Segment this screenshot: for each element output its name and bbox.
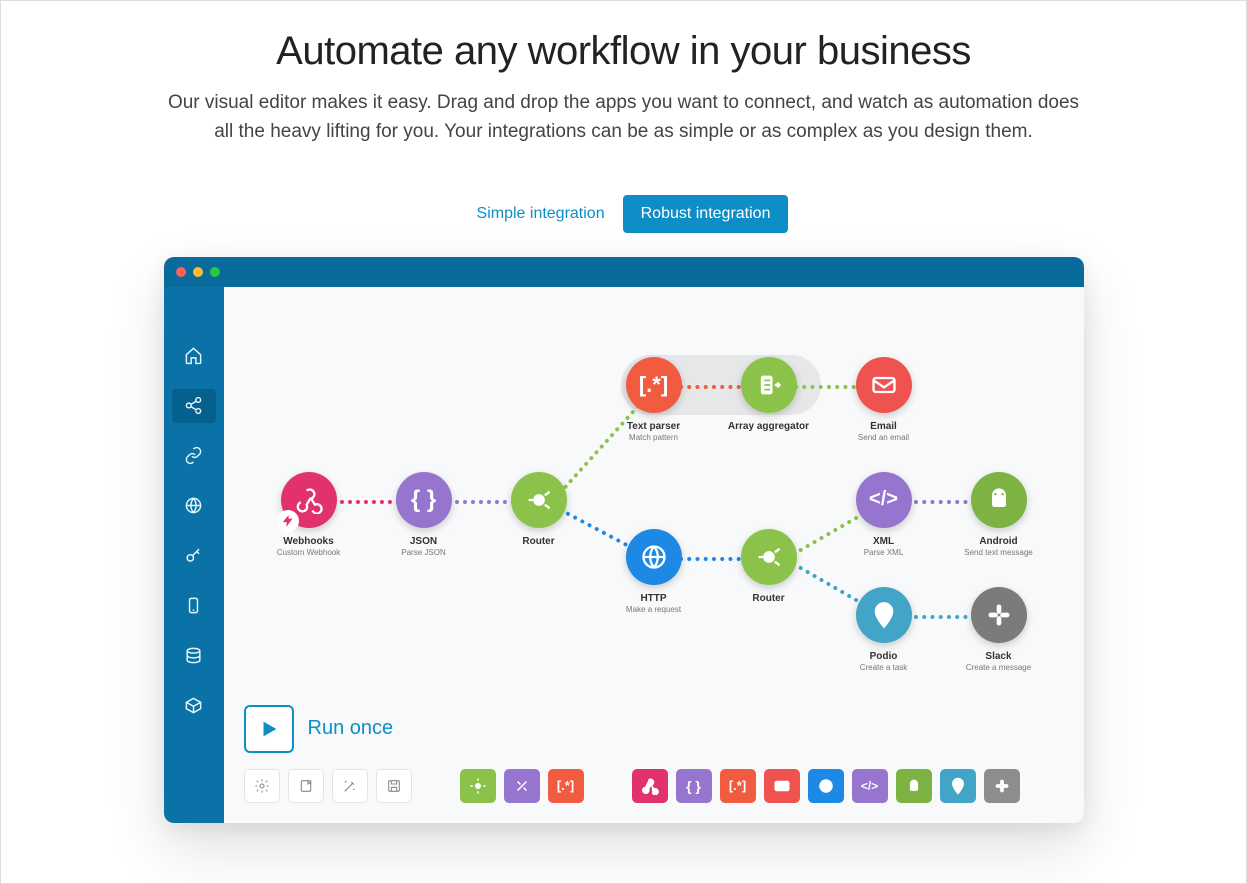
node-xml[interactable]: </> XML Parse XML: [824, 472, 944, 557]
tab-simple-integration[interactable]: Simple integration: [459, 195, 623, 233]
app-webhook-icon[interactable]: [632, 769, 668, 803]
node-label: HTTP: [594, 593, 714, 604]
sidebar-home-icon[interactable]: [172, 339, 216, 373]
node-sublabel: Send an email: [824, 433, 944, 442]
window-titlebar: [164, 257, 1084, 287]
node-http[interactable]: HTTP Make a request: [594, 529, 714, 614]
app-slack-icon[interactable]: [984, 769, 1020, 803]
node-label: Email: [824, 421, 944, 432]
node-sublabel: Send text message: [939, 548, 1059, 557]
sidebar-share-icon[interactable]: [172, 389, 216, 423]
page-title: Automate any workflow in your business: [276, 29, 971, 74]
editor-canvas[interactable]: Webhooks Custom Webhook { } JSON Parse J…: [224, 287, 1084, 823]
node-label: Router: [479, 536, 599, 547]
window-minimize-icon[interactable]: [193, 267, 203, 277]
tool-module-gear-icon[interactable]: [460, 769, 496, 803]
node-sublabel: Match pattern: [594, 433, 714, 442]
node-label: XML: [824, 536, 944, 547]
node-sublabel: Parse XML: [824, 548, 944, 557]
node-android[interactable]: Android Send text message: [939, 472, 1059, 557]
node-array-aggregator[interactable]: Array aggregator: [709, 357, 829, 432]
node-sublabel: Parse JSON: [364, 548, 484, 557]
editor-bottombar: Run once [.*] { } [.*]: [244, 705, 1064, 803]
node-sublabel: Make a request: [594, 605, 714, 614]
node-router[interactable]: Router: [709, 529, 829, 604]
editor-sidebar: [164, 287, 224, 823]
node-label: JSON: [364, 536, 484, 547]
node-sublabel: Create a task: [824, 663, 944, 672]
node-label: Podio: [824, 651, 944, 662]
editor-window: Webhooks Custom Webhook { } JSON Parse J…: [164, 257, 1084, 823]
run-once-label: Run once: [308, 717, 394, 740]
node-json[interactable]: { } JSON Parse JSON: [364, 472, 484, 557]
app-brackets-icon[interactable]: [.*]: [720, 769, 756, 803]
tool-module-brackets-icon[interactable]: [.*]: [548, 769, 584, 803]
tool-wand-icon[interactable]: [332, 769, 368, 803]
tab-robust-integration[interactable]: Robust integration: [623, 195, 789, 233]
window-maximize-icon[interactable]: [210, 267, 220, 277]
sidebar-link-icon[interactable]: [172, 439, 216, 473]
integration-tabs: Simple integration Robust integration: [459, 195, 789, 233]
node-sublabel: Custom Webhook: [249, 548, 369, 557]
app-globe-icon[interactable]: [808, 769, 844, 803]
node-label: Webhooks: [249, 536, 369, 547]
node-label: Array aggregator: [709, 421, 829, 432]
node-podio[interactable]: Podio Create a task: [824, 587, 944, 672]
sidebar-globe-icon[interactable]: [172, 489, 216, 523]
node-webhooks[interactable]: Webhooks Custom Webhook: [249, 472, 369, 557]
node-text-parser[interactable]: [.*] Text parser Match pattern: [594, 357, 714, 442]
node-sublabel: Create a message: [939, 663, 1059, 672]
app-pin-icon[interactable]: [940, 769, 976, 803]
app-code-icon[interactable]: </>: [852, 769, 888, 803]
window-close-icon[interactable]: [176, 267, 186, 277]
page-subtitle: Our visual editor makes it easy. Drag an…: [164, 88, 1084, 147]
sidebar-box-icon[interactable]: [172, 689, 216, 723]
node-label: Text parser: [594, 421, 714, 432]
app-json-icon[interactable]: { }: [676, 769, 712, 803]
sidebar-key-icon[interactable]: [172, 539, 216, 573]
tool-note-icon[interactable]: [288, 769, 324, 803]
app-mail-icon[interactable]: [764, 769, 800, 803]
node-label: Slack: [939, 651, 1059, 662]
tool-settings-icon[interactable]: [244, 769, 280, 803]
tool-module-tools-icon[interactable]: [504, 769, 540, 803]
run-once-button[interactable]: [244, 705, 294, 753]
tool-save-icon[interactable]: [376, 769, 412, 803]
node-label: Android: [939, 536, 1059, 547]
node-slack[interactable]: Slack Create a message: [939, 587, 1059, 672]
node-label: Router: [709, 593, 829, 604]
sidebar-database-icon[interactable]: [172, 639, 216, 673]
node-router[interactable]: Router: [479, 472, 599, 547]
sidebar-phone-icon[interactable]: [172, 589, 216, 623]
node-email[interactable]: Email Send an email: [824, 357, 944, 442]
app-android-icon[interactable]: [896, 769, 932, 803]
